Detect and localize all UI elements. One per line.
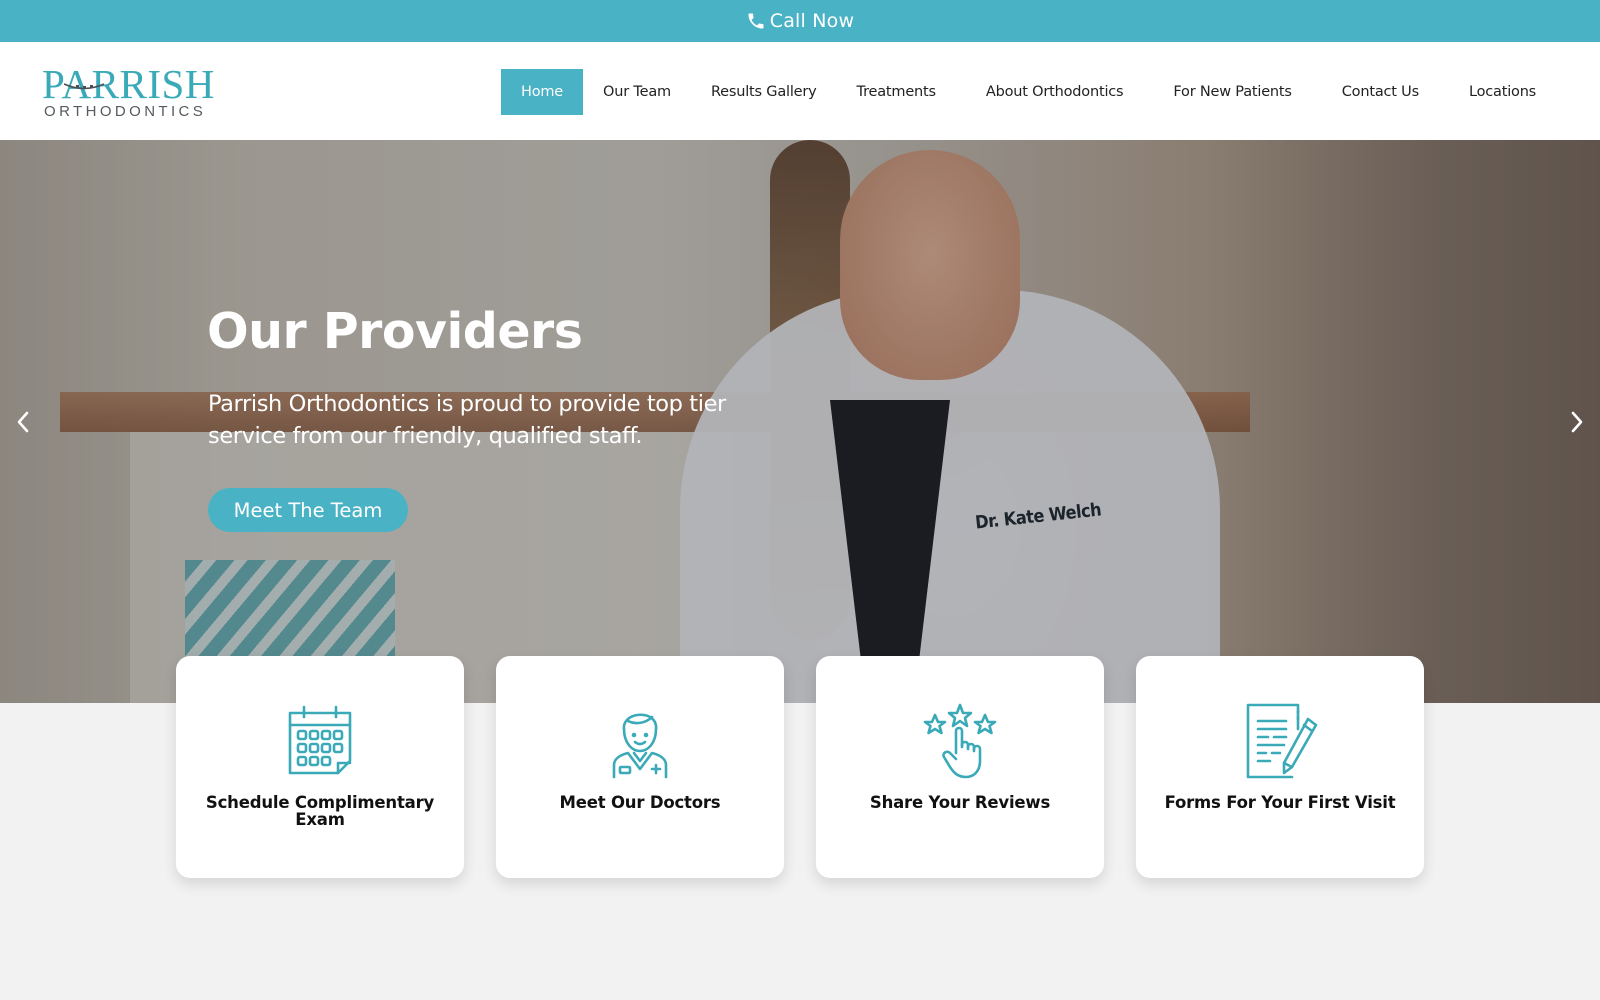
card-label: Schedule Complimentary Exam: [205, 793, 435, 829]
call-now-label: Call Now: [769, 10, 855, 32]
nav-about-orthodontics[interactable]: About Orthodontics: [986, 69, 1124, 115]
card-share-reviews[interactable]: Share Your Reviews: [816, 656, 1104, 878]
card-label: Meet Our Doctors: [559, 793, 721, 812]
nav-results-gallery[interactable]: Results Gallery: [711, 69, 817, 115]
chevron-left-icon: [17, 411, 29, 433]
calendar-icon: [288, 705, 352, 775]
meet-the-team-button[interactable]: Meet The Team: [208, 488, 408, 532]
star-rating-icon: [923, 703, 997, 779]
card-first-visit-forms[interactable]: Forms For Your First Visit: [1136, 656, 1424, 878]
card-label: Share Your Reviews: [869, 793, 1051, 812]
slider-prev-button[interactable]: [8, 402, 38, 442]
logo-subtitle: ORTHODONTICS: [44, 103, 207, 120]
card-meet-doctors[interactable]: Meet Our Doctors: [496, 656, 784, 878]
card-label: Forms For Your First Visit: [1164, 793, 1396, 812]
nav-treatments[interactable]: Treatments: [857, 69, 937, 115]
hero-slider: Dr. Kate Welch Our Providers Parrish Ort…: [0, 140, 1600, 703]
site-header: PARRISH ORTHODONTICS Home Our Team Resul…: [0, 42, 1600, 140]
call-now-bar[interactable]: Call Now: [0, 0, 1600, 42]
hero-description: Parrish Orthodontics is proud to provide…: [208, 391, 726, 449]
nav-locations[interactable]: Locations: [1469, 69, 1536, 115]
nav-contact-us[interactable]: Contact Us: [1342, 69, 1419, 115]
slider-next-button[interactable]: [1562, 402, 1592, 442]
nav-our-team[interactable]: Our Team: [603, 69, 671, 115]
nav-home[interactable]: Home: [501, 69, 584, 115]
braces-wire-icon: [64, 83, 104, 90]
main-nav: Home Our Team Results Gallery Treatments…: [501, 69, 1536, 115]
nav-for-new-patients[interactable]: For New Patients: [1173, 69, 1292, 115]
logo[interactable]: PARRISH ORTHODONTICS: [42, 64, 217, 121]
card-schedule-exam[interactable]: Schedule Complimentary Exam: [176, 656, 464, 878]
doctor-icon: [612, 713, 668, 779]
phone-icon: [748, 13, 764, 29]
chevron-right-icon: [1571, 411, 1583, 433]
hero-title: Our Providers: [207, 303, 583, 360]
form-pencil-icon: [1246, 703, 1318, 779]
